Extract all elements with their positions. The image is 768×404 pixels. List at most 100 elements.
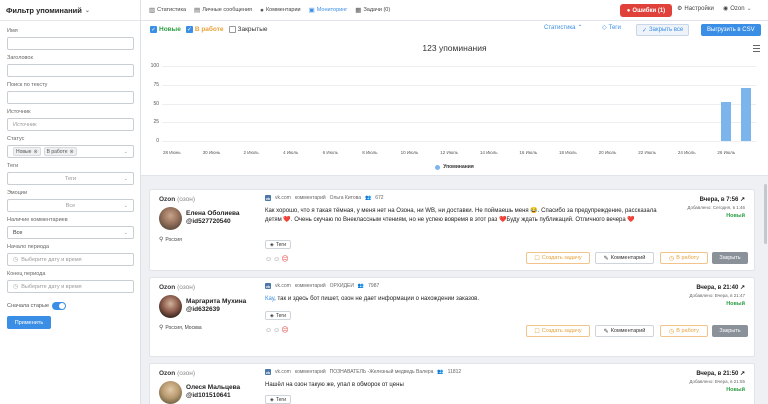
x-tick-label: 4 Июль: [283, 150, 299, 155]
sad-face-icon[interactable]: ☹: [281, 256, 289, 263]
close-all-button[interactable]: ✓ Закрыть все: [636, 24, 690, 36]
tags-select[interactable]: Теги ⌄: [7, 172, 134, 185]
mention-date[interactable]: Вчера, в 7:56 ↗: [687, 196, 745, 203]
author-name[interactable]: Олеся Мальцева @id101510641: [186, 384, 240, 400]
scrollbar[interactable]: [764, 184, 767, 244]
status-select[interactable]: Новые ⊗ В работе ⊗ ⌄: [7, 145, 134, 158]
mention-date[interactable]: Вчера, в 21:40 ↗: [689, 284, 745, 291]
status-tag-work-label: В работе: [46, 148, 68, 155]
create-task-label: Создать задачу: [541, 328, 582, 334]
task-icon: ☐: [534, 255, 540, 262]
old-first-toggle[interactable]: [52, 302, 67, 310]
end-label: Конец периода: [7, 271, 46, 277]
remove-icon[interactable]: ⊗: [69, 149, 73, 155]
start-date-input[interactable]: ◷ Выберите дату и время: [7, 253, 134, 266]
nav-comments[interactable]: ● Комментарии: [260, 7, 301, 14]
create-task-button[interactable]: ☐ Создать задачу: [526, 252, 590, 264]
emotion-buttons[interactable]: ☺☺☹: [265, 326, 290, 334]
checkbox-closed[interactable]: Закрытые: [228, 26, 267, 33]
neutral-face-icon[interactable]: ☺: [265, 256, 273, 263]
emotions-select[interactable]: Все ⌄: [7, 199, 134, 212]
author-name[interactable]: Маргарита Мухина @id632639: [186, 298, 246, 314]
x-tick-label: 24 Июль: [677, 150, 696, 155]
remove-icon[interactable]: ⊗: [33, 149, 37, 155]
mention-meta: vk vk.com комментарий ПОЗНАВАТЕЛЬ -Железный…: [265, 369, 465, 375]
nav-messages[interactable]: ▤ Личные сообщения: [194, 6, 252, 14]
platform[interactable]: vk.com: [275, 369, 291, 375]
mention-text-body: Нашёл на озон такую же, упал в обморок о…: [265, 382, 404, 388]
emotion-buttons[interactable]: ☺☺☹: [265, 255, 290, 263]
nav-monitoring[interactable]: ▣ Мониторинг: [309, 6, 348, 14]
settings-button[interactable]: ⚙ Настройки: [677, 5, 714, 13]
filter-title[interactable]: Фильтр упоминаний ⌄: [0, 0, 140, 21]
nav-tasks[interactable]: ▦ Задачи (0): [355, 6, 390, 14]
checkbox-new[interactable]: ✓ Новые: [150, 26, 181, 33]
chart-bar[interactable]: [721, 102, 732, 141]
comments-select[interactable]: Все ⌄: [7, 226, 134, 239]
close-button[interactable]: Закрыть: [712, 325, 748, 337]
mention-date-label: Вчера, в 21:40: [696, 285, 739, 291]
mention-kind: комментарий: [294, 195, 326, 201]
clock-icon: ◷: [13, 284, 19, 290]
avatar[interactable]: [159, 207, 182, 230]
apply-button[interactable]: Применить: [7, 316, 51, 329]
close-button[interactable]: Закрыть: [712, 252, 748, 264]
legend-dot: [435, 164, 441, 170]
gear-icon: ⚙: [677, 6, 683, 12]
nav-tasks-label: Задачи (0): [363, 7, 391, 13]
mention-addressee[interactable]: Кау: [265, 296, 274, 302]
chart-menu-icon[interactable]: [753, 45, 760, 54]
nav-statistics[interactable]: ▥ Статистика: [149, 6, 186, 14]
tags-button[interactable]: ◈ Теги: [265, 311, 292, 320]
name-input[interactable]: [7, 37, 134, 50]
export-csv-button[interactable]: Выгрузить в CSV: [701, 24, 761, 36]
title-input[interactable]: [7, 64, 134, 77]
status-tag-work[interactable]: В работе ⊗: [43, 147, 77, 156]
statistics-toggle[interactable]: Статистика ⌃: [544, 24, 583, 32]
external-link-icon[interactable]: ↗: [740, 371, 745, 377]
chevron-up-icon: ⌃: [577, 25, 583, 31]
to-work-button[interactable]: ◷ В работу: [660, 325, 708, 337]
comment-button[interactable]: ✎ Комментарий: [595, 252, 654, 264]
user-menu[interactable]: ◉ Ozon ⌄: [723, 5, 752, 13]
tags-button-label: Теги: [275, 312, 287, 319]
external-link-icon[interactable]: ↗: [740, 285, 745, 291]
chart-bar[interactable]: [741, 87, 752, 141]
status-tag-new[interactable]: Новые ⊗: [13, 147, 41, 156]
origin[interactable]: ОРХИДЕИ: [330, 283, 354, 289]
checkbox-work-label: В работе: [194, 26, 224, 33]
neutral-face-icon[interactable]: ☺: [265, 327, 273, 334]
avatar[interactable]: [159, 381, 182, 404]
to-work-label: В работу: [676, 255, 699, 261]
to-work-button[interactable]: ◷ В работу: [660, 252, 708, 264]
origin[interactable]: ПОЗНАВАТЕЛЬ -Железный медведь Валера: [330, 369, 434, 375]
checkbox-work[interactable]: ✓ В работе: [185, 26, 224, 33]
end-date-input[interactable]: ◷ Выберите дату и время: [7, 280, 134, 293]
platform[interactable]: vk.com: [275, 195, 291, 201]
author-name[interactable]: Елена Оболиева @id527720540: [186, 210, 240, 226]
tags-link[interactable]: ◇ Теги: [602, 24, 621, 32]
sad-face-icon[interactable]: ☹: [281, 327, 289, 334]
comment-button[interactable]: ✎ Комментарий: [595, 325, 654, 337]
comment-label: Комментарий: [610, 328, 646, 334]
external-link-icon[interactable]: ↗: [740, 197, 745, 203]
origin[interactable]: Ольга Китова: [330, 195, 361, 201]
tags-button[interactable]: ◈ Теги: [265, 395, 292, 404]
mention-date[interactable]: Вчера, в 21:50 ↗: [689, 370, 745, 377]
x-tick-label: 18 Июль: [559, 150, 577, 155]
chart-legend[interactable]: Упоминания: [141, 164, 768, 170]
chevron-down-icon: ⌄: [84, 7, 90, 14]
avatar[interactable]: [159, 295, 182, 318]
tag-icon: ◈: [270, 241, 274, 248]
checkbox-new-label: Новые: [159, 26, 181, 33]
source-input[interactable]: Источник: [7, 118, 134, 131]
location-label: Россия, Москва: [165, 324, 202, 331]
tag-icon: ◈: [270, 312, 274, 319]
create-task-button[interactable]: ☐ Создать задачу: [526, 325, 590, 337]
text-search-input[interactable]: [7, 91, 134, 104]
comment-icon: ●: [260, 6, 264, 14]
nav-statistics-label: Статистика: [157, 7, 187, 13]
tags-button[interactable]: ◈ Теги: [265, 240, 292, 249]
platform[interactable]: vk.com: [275, 283, 291, 289]
errors-button[interactable]: ● Ошибки (1): [620, 4, 672, 17]
